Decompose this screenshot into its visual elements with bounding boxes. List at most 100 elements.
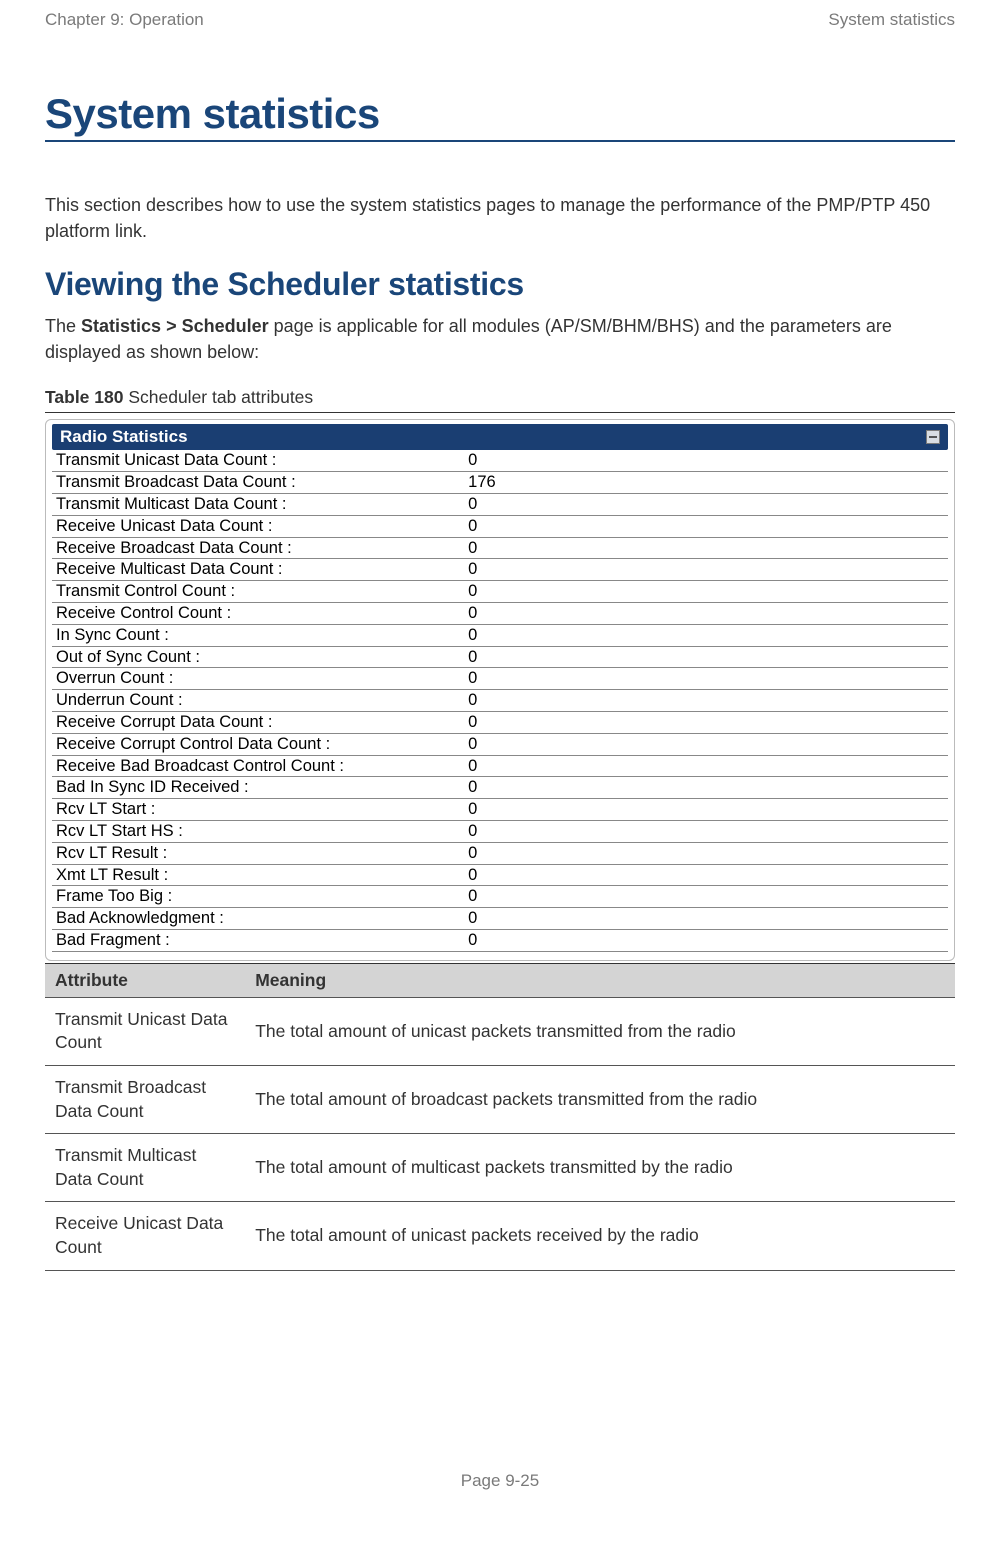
title-rule bbox=[45, 140, 955, 142]
attr-meaning: The total amount of unicast packets rece… bbox=[245, 1202, 955, 1270]
table-row: Receive Control Count :0 bbox=[52, 602, 948, 624]
radio-statistics-panel: Radio Statistics Transmit Unicast Data C… bbox=[45, 419, 955, 960]
attribute-table: Attribute Meaning Transmit Unicast Data … bbox=[45, 963, 955, 1271]
table-row: Rcv LT Start :0 bbox=[52, 799, 948, 821]
stat-label: Overrun Count : bbox=[52, 668, 464, 690]
stat-label: Rcv LT Start HS : bbox=[52, 820, 464, 842]
stat-label: Bad Acknowledgment : bbox=[52, 908, 464, 930]
table-row: In Sync Count :0 bbox=[52, 624, 948, 646]
table-row: Overrun Count :0 bbox=[52, 668, 948, 690]
table-row: Receive Bad Broadcast Control Count :0 bbox=[52, 755, 948, 777]
stat-value: 176 bbox=[464, 472, 948, 494]
radio-statistics-table: Transmit Unicast Data Count :0Transmit B… bbox=[52, 450, 948, 951]
table-row: Receive Unicast Data CountThe total amou… bbox=[45, 1202, 955, 1270]
stat-label: Bad Fragment : bbox=[52, 929, 464, 951]
stat-value: 0 bbox=[464, 711, 948, 733]
attr-meaning: The total amount of broadcast packets tr… bbox=[245, 1065, 955, 1133]
table-row: Transmit Multicast Data Count :0 bbox=[52, 493, 948, 515]
table-row: Rcv LT Start HS :0 bbox=[52, 820, 948, 842]
stat-value: 0 bbox=[464, 755, 948, 777]
attr-name: Transmit Broadcast Data Count bbox=[45, 1065, 245, 1133]
stat-value: 0 bbox=[464, 602, 948, 624]
page-title: System statistics bbox=[45, 90, 955, 138]
table-row: Rcv LT Result :0 bbox=[52, 842, 948, 864]
stat-value: 0 bbox=[464, 668, 948, 690]
page-footer: Page 9-25 bbox=[45, 1471, 955, 1491]
stat-value: 0 bbox=[464, 537, 948, 559]
stat-label: Transmit Broadcast Data Count : bbox=[52, 472, 464, 494]
stat-value: 0 bbox=[464, 559, 948, 581]
table-caption: Table 180 Scheduler tab attributes bbox=[45, 387, 955, 408]
attr-meaning: The total amount of unicast packets tran… bbox=[245, 997, 955, 1065]
table-row: Transmit Unicast Data Count :0 bbox=[52, 450, 948, 471]
stat-value: 0 bbox=[464, 842, 948, 864]
table-row: Receive Unicast Data Count :0 bbox=[52, 515, 948, 537]
table-caption-bold: Table 180 bbox=[45, 387, 123, 407]
chapter-label: Chapter 9: Operation bbox=[45, 10, 204, 30]
stat-label: Receive Bad Broadcast Control Count : bbox=[52, 755, 464, 777]
intro-paragraph: This section describes how to use the sy… bbox=[45, 192, 955, 244]
stat-value: 0 bbox=[464, 450, 948, 471]
stat-value: 0 bbox=[464, 777, 948, 799]
table-row: Xmt LT Result :0 bbox=[52, 864, 948, 886]
stat-value: 0 bbox=[464, 799, 948, 821]
stat-label: Rcv LT Result : bbox=[52, 842, 464, 864]
stat-label: Frame Too Big : bbox=[52, 886, 464, 908]
table-row: Receive Corrupt Control Data Count :0 bbox=[52, 733, 948, 755]
stat-label: Receive Corrupt Control Data Count : bbox=[52, 733, 464, 755]
stat-value: 0 bbox=[464, 908, 948, 930]
stat-label: Receive Unicast Data Count : bbox=[52, 515, 464, 537]
stat-label: Underrun Count : bbox=[52, 690, 464, 712]
page-header: Chapter 9: Operation System statistics bbox=[45, 10, 955, 30]
table-row: Transmit Unicast Data CountThe total amo… bbox=[45, 997, 955, 1065]
attr-name: Transmit Unicast Data Count bbox=[45, 997, 245, 1065]
stat-value: 0 bbox=[464, 581, 948, 603]
table-row: Receive Broadcast Data Count :0 bbox=[52, 537, 948, 559]
stat-value: 0 bbox=[464, 515, 948, 537]
stat-value: 0 bbox=[464, 624, 948, 646]
table-row: Transmit Broadcast Data Count :176 bbox=[52, 472, 948, 494]
stat-value: 0 bbox=[464, 864, 948, 886]
table-row: Underrun Count :0 bbox=[52, 690, 948, 712]
caption-rule bbox=[45, 412, 955, 413]
stat-label: Receive Control Count : bbox=[52, 602, 464, 624]
collapse-icon[interactable] bbox=[926, 430, 940, 444]
stat-label: Transmit Control Count : bbox=[52, 581, 464, 603]
table-row: Bad Fragment :0 bbox=[52, 929, 948, 951]
table-row: Transmit Multicast Data CountThe total a… bbox=[45, 1134, 955, 1202]
section-label: System statistics bbox=[828, 10, 955, 30]
stat-value: 0 bbox=[464, 886, 948, 908]
attr-name: Receive Unicast Data Count bbox=[45, 1202, 245, 1270]
stat-label: Transmit Unicast Data Count : bbox=[52, 450, 464, 471]
stat-label: Receive Broadcast Data Count : bbox=[52, 537, 464, 559]
table-row: Receive Multicast Data Count :0 bbox=[52, 559, 948, 581]
stat-label: Receive Corrupt Data Count : bbox=[52, 711, 464, 733]
stat-value: 0 bbox=[464, 493, 948, 515]
table-row: Out of Sync Count :0 bbox=[52, 646, 948, 668]
table-row: Receive Corrupt Data Count :0 bbox=[52, 711, 948, 733]
stat-value: 0 bbox=[464, 690, 948, 712]
attr-meaning: The total amount of multicast packets tr… bbox=[245, 1134, 955, 1202]
stat-label: Bad In Sync ID Received : bbox=[52, 777, 464, 799]
table-row: Bad In Sync ID Received :0 bbox=[52, 777, 948, 799]
stat-label: Rcv LT Start : bbox=[52, 799, 464, 821]
stat-label: Transmit Multicast Data Count : bbox=[52, 493, 464, 515]
table-row: Bad Acknowledgment :0 bbox=[52, 908, 948, 930]
th-attribute: Attribute bbox=[45, 963, 245, 997]
stat-value: 0 bbox=[464, 929, 948, 951]
subtext-pre: The bbox=[45, 316, 81, 336]
stat-label: Out of Sync Count : bbox=[52, 646, 464, 668]
stat-label: In Sync Count : bbox=[52, 624, 464, 646]
stat-label: Receive Multicast Data Count : bbox=[52, 559, 464, 581]
table-row: Transmit Broadcast Data CountThe total a… bbox=[45, 1065, 955, 1133]
stat-value: 0 bbox=[464, 733, 948, 755]
subsection-heading: Viewing the Scheduler statistics bbox=[45, 266, 955, 303]
attr-name: Transmit Multicast Data Count bbox=[45, 1134, 245, 1202]
subtext-bold: Statistics > Scheduler bbox=[81, 316, 269, 336]
table-row: Frame Too Big :0 bbox=[52, 886, 948, 908]
table-caption-rest: Scheduler tab attributes bbox=[123, 387, 313, 407]
stat-label: Xmt LT Result : bbox=[52, 864, 464, 886]
radio-panel-title: Radio Statistics bbox=[60, 427, 188, 447]
th-meaning: Meaning bbox=[245, 963, 955, 997]
radio-panel-header: Radio Statistics bbox=[52, 424, 948, 450]
